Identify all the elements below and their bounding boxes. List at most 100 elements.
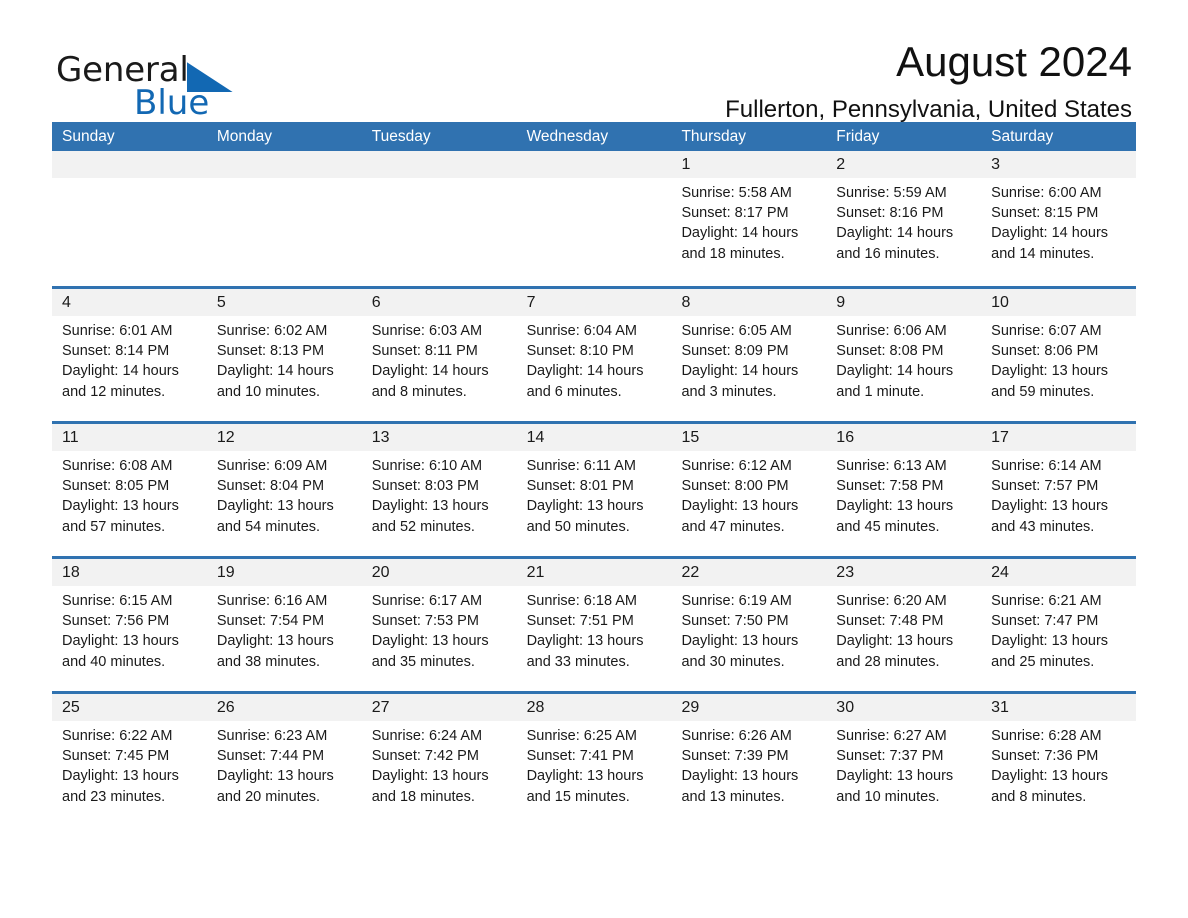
weekday-header-sunday: Sunday — [62, 128, 115, 145]
daylight-text: Daylight: 13 hours — [681, 633, 799, 650]
day-cell[interactable]: Sunrise: 6:09 AM Sunset: 8:04 PM Dayligh… — [207, 451, 362, 556]
day-cell[interactable]: Sunrise: 6:27 AM Sunset: 7:37 PM Dayligh… — [826, 721, 981, 826]
day-cell[interactable]: Sunrise: 6:04 AM Sunset: 8:10 PM Dayligh… — [517, 316, 672, 421]
day-cell[interactable]: Sunrise: 6:18 AM Sunset: 7:51 PM Dayligh… — [517, 586, 672, 691]
day-number[interactable]: 5 — [207, 289, 362, 316]
day-number[interactable]: 17 — [981, 424, 1136, 451]
day-cell[interactable]: Sunrise: 6:15 AM Sunset: 7:56 PM Dayligh… — [52, 586, 207, 691]
day-cell[interactable] — [517, 178, 672, 283]
day-number[interactable]: 18 — [52, 559, 207, 586]
day-number[interactable]: 26 — [207, 694, 362, 721]
day-number[interactable]: 22 — [671, 559, 826, 586]
daylight-text: Daylight: 14 hours — [836, 225, 954, 242]
day-cell[interactable]: Sunrise: 5:58 AM Sunset: 8:17 PM Dayligh… — [671, 178, 826, 283]
daylight-text-cont: and 40 minutes. — [62, 653, 166, 670]
day-number[interactable]: 14 — [517, 424, 672, 451]
day-number[interactable]: 12 — [207, 424, 362, 451]
day-cell[interactable]: Sunrise: 5:59 AM Sunset: 8:16 PM Dayligh… — [826, 178, 981, 283]
day-number[interactable] — [517, 151, 672, 178]
day-number[interactable]: 8 — [671, 289, 826, 316]
day-number[interactable]: 13 — [362, 424, 517, 451]
day-number-band: 18 19 20 21 22 23 24 — [52, 559, 1136, 586]
daylight-text: Daylight: 13 hours — [526, 633, 644, 650]
day-number[interactable]: 7 — [517, 289, 672, 316]
day-number[interactable]: 19 — [207, 559, 362, 586]
day-cell[interactable]: Sunrise: 6:13 AM Sunset: 7:58 PM Dayligh… — [826, 451, 981, 556]
day-cell[interactable]: Sunrise: 6:08 AM Sunset: 8:05 PM Dayligh… — [52, 451, 207, 556]
weekday-header-thursday: Thursday — [681, 128, 747, 145]
day-number[interactable] — [207, 151, 362, 178]
daylight-text: Daylight: 13 hours — [991, 768, 1109, 785]
day-number[interactable]: 4 — [52, 289, 207, 316]
day-number[interactable]: 25 — [52, 694, 207, 721]
day-number[interactable]: 16 — [826, 424, 981, 451]
sunrise-text: Sunrise: 6:19 AM — [681, 593, 792, 609]
day-cell[interactable]: Sunrise: 6:20 AM Sunset: 7:48 PM Dayligh… — [826, 586, 981, 691]
day-cell[interactable]: Sunrise: 6:19 AM Sunset: 7:50 PM Dayligh… — [671, 586, 826, 691]
day-cell[interactable]: Sunrise: 6:26 AM Sunset: 7:39 PM Dayligh… — [671, 721, 826, 826]
day-number[interactable]: 31 — [981, 694, 1136, 721]
day-cell[interactable]: Sunrise: 6:16 AM Sunset: 7:54 PM Dayligh… — [207, 586, 362, 691]
day-number[interactable]: 11 — [52, 424, 207, 451]
day-number[interactable]: 2 — [826, 151, 981, 178]
sunset-text: Sunset: 7:56 PM — [62, 613, 170, 630]
day-cell[interactable] — [207, 178, 362, 283]
sunrise-text: Sunrise: 6:24 AM — [371, 728, 483, 744]
day-cell[interactable]: Sunrise: 6:14 AM Sunset: 7:57 PM Dayligh… — [981, 451, 1136, 556]
sunrise-text: Sunrise: 6:12 AM — [681, 458, 792, 474]
sunset-text: Sunset: 8:10 PM — [526, 343, 634, 360]
day-cell[interactable]: Sunrise: 6:11 AM Sunset: 8:01 PM Dayligh… — [517, 451, 672, 556]
day-cell[interactable]: Sunrise: 6:12 AM Sunset: 8:00 PM Dayligh… — [671, 451, 826, 556]
day-number[interactable] — [362, 151, 517, 178]
day-cell[interactable] — [52, 178, 207, 283]
sunrise-text: Sunrise: 6:23 AM — [216, 728, 328, 744]
sunset-text: Sunset: 8:04 PM — [216, 478, 325, 495]
sunset-text: Sunset: 8:13 PM — [216, 343, 325, 360]
daylight-text-cont: and 47 minutes. — [681, 518, 785, 535]
day-cell[interactable]: Sunrise: 6:01 AM Sunset: 8:14 PM Dayligh… — [52, 316, 207, 421]
sunset-text: Sunset: 7:41 PM — [526, 748, 634, 765]
day-number[interactable]: 28 — [517, 694, 672, 721]
day-number[interactable]: 21 — [517, 559, 672, 586]
day-number[interactable]: 29 — [671, 694, 826, 721]
day-cell[interactable]: Sunrise: 6:25 AM Sunset: 7:41 PM Dayligh… — [517, 721, 672, 826]
day-number-band: 11 12 13 14 15 16 17 — [52, 424, 1136, 451]
day-cell[interactable]: Sunrise: 6:02 AM Sunset: 8:13 PM Dayligh… — [207, 316, 362, 421]
day-cell[interactable]: Sunrise: 6:24 AM Sunset: 7:42 PM Dayligh… — [362, 721, 517, 826]
day-number[interactable]: 20 — [362, 559, 517, 586]
day-number[interactable]: 30 — [826, 694, 981, 721]
day-cell[interactable]: Sunrise: 6:00 AM Sunset: 8:15 PM Dayligh… — [981, 178, 1136, 283]
day-cell[interactable] — [362, 178, 517, 283]
daylight-text-cont: and 30 minutes. — [681, 653, 785, 670]
day-number[interactable]: 27 — [362, 694, 517, 721]
daylight-text-cont: and 50 minutes. — [526, 518, 630, 535]
day-number[interactable]: 15 — [671, 424, 826, 451]
day-cell[interactable]: Sunrise: 6:10 AM Sunset: 8:03 PM Dayligh… — [362, 451, 517, 556]
weekday-header-tuesday: Tuesday — [371, 128, 431, 145]
day-number[interactable]: 1 — [671, 151, 826, 178]
sunset-text: Sunset: 7:45 PM — [62, 748, 170, 765]
day-number[interactable] — [52, 151, 207, 178]
day-cell[interactable]: Sunrise: 6:17 AM Sunset: 7:53 PM Dayligh… — [362, 586, 517, 691]
day-details-band: Sunrise: 6:01 AM Sunset: 8:14 PM Dayligh… — [52, 316, 1136, 421]
day-number[interactable]: 9 — [826, 289, 981, 316]
day-cell[interactable]: Sunrise: 6:07 AM Sunset: 8:06 PM Dayligh… — [981, 316, 1136, 421]
day-number[interactable]: 23 — [826, 559, 981, 586]
day-cell[interactable]: Sunrise: 6:05 AM Sunset: 8:09 PM Dayligh… — [671, 316, 826, 421]
day-cell[interactable]: Sunrise: 6:23 AM Sunset: 7:44 PM Dayligh… — [207, 721, 362, 826]
daylight-text-cont: and 23 minutes. — [62, 788, 166, 805]
day-number[interactable]: 6 — [362, 289, 517, 316]
day-number[interactable]: 3 — [981, 151, 1136, 178]
day-cell[interactable]: Sunrise: 6:06 AM Sunset: 8:08 PM Dayligh… — [826, 316, 981, 421]
day-number[interactable]: 10 — [981, 289, 1136, 316]
day-cell[interactable]: Sunrise: 6:03 AM Sunset: 8:11 PM Dayligh… — [362, 316, 517, 421]
day-cell[interactable]: Sunrise: 6:21 AM Sunset: 7:47 PM Dayligh… — [981, 586, 1136, 691]
day-number[interactable]: 24 — [981, 559, 1136, 586]
sunrise-text: Sunrise: 6:00 AM — [991, 185, 1102, 201]
general-blue-logo[interactable]: General Blue — [56, 52, 286, 122]
sunrise-text: Sunrise: 6:09 AM — [216, 458, 328, 474]
sunset-text: Sunset: 8:15 PM — [991, 205, 1099, 222]
day-cell[interactable]: Sunrise: 6:22 AM Sunset: 7:45 PM Dayligh… — [52, 721, 207, 826]
day-cell[interactable]: Sunrise: 6:28 AM Sunset: 7:36 PM Dayligh… — [981, 721, 1136, 826]
daylight-text-cont: and 45 minutes. — [836, 518, 940, 535]
